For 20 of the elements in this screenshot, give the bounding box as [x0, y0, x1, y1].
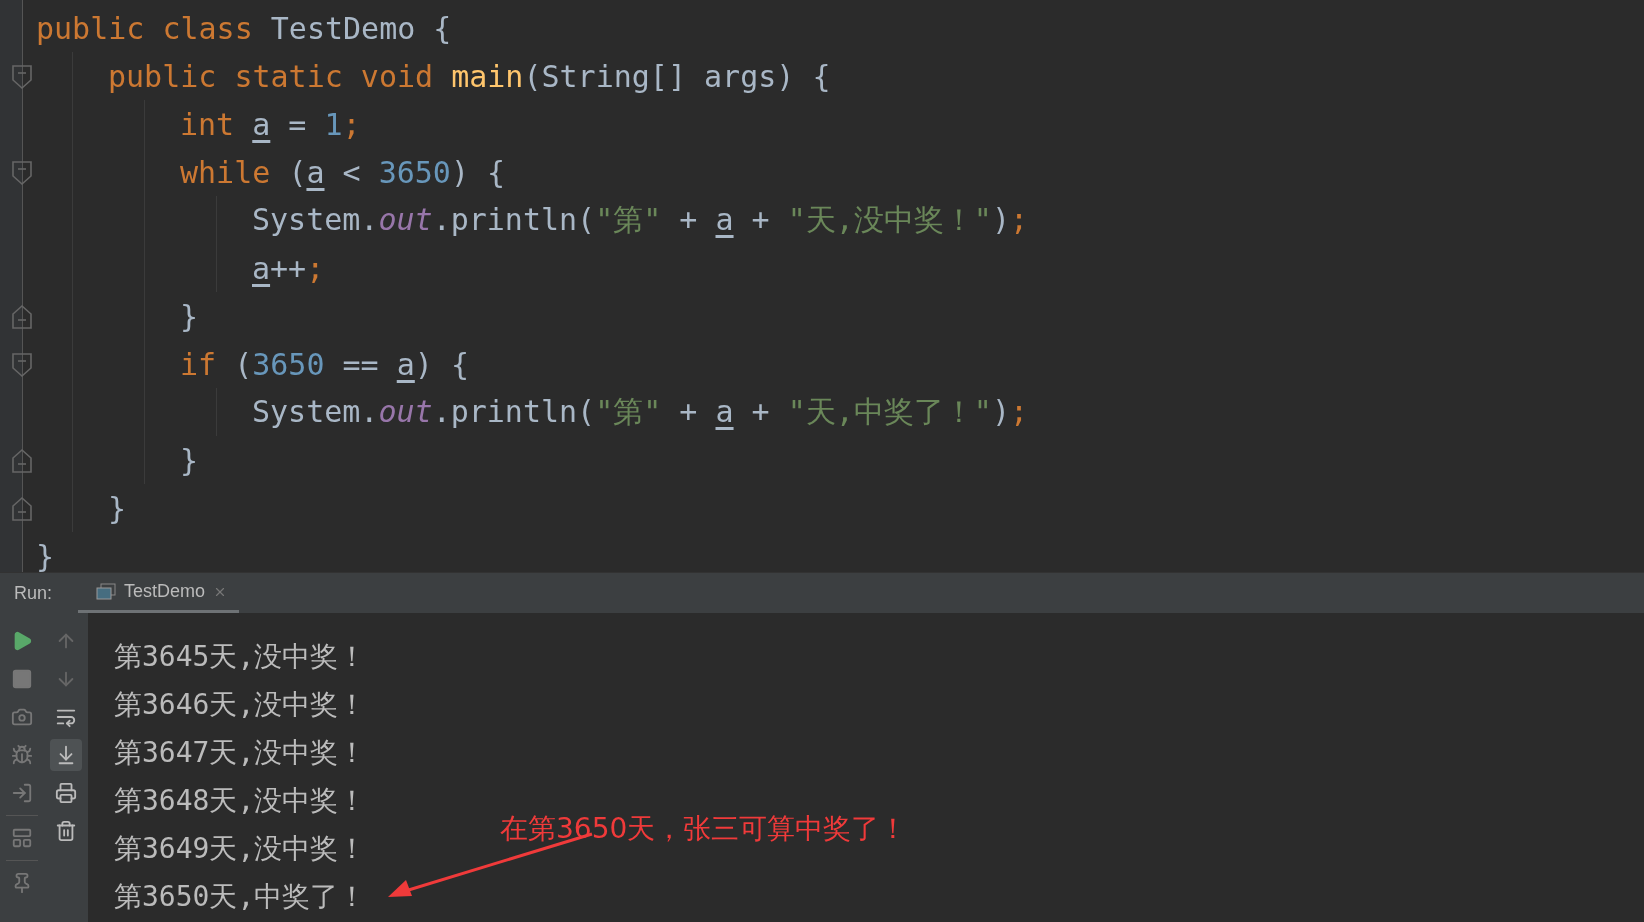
console-line: 第3647天,没中奖！: [114, 735, 367, 771]
code-line: }: [180, 298, 199, 334]
run-label: Run:: [14, 583, 53, 605]
code-line: int a = 1;: [180, 106, 361, 142]
code-line: }: [36, 538, 55, 574]
console-line: 第3645天,没中奖！: [114, 639, 367, 675]
code-line: a++;: [252, 250, 325, 286]
code-line: System.out.println("第" + a + "天,中奖了！");: [252, 392, 1029, 431]
console-line: 第3646天,没中奖！: [114, 687, 367, 723]
code-line: public class TestDemo {: [36, 10, 452, 46]
code-line: if (3650 == a) {: [180, 346, 469, 382]
console-line: 第3649天,没中奖！: [114, 831, 367, 867]
console-line: 第3648天,没中奖！: [114, 783, 367, 819]
code-line: public static void main(String[] args) {: [108, 58, 831, 94]
code-line: }: [180, 442, 199, 478]
annotation-text: 在第3650天，张三可算中奖了！: [500, 811, 908, 847]
code-line: }: [108, 490, 127, 526]
code-line: System.out.println("第" + a + "天,没中奖！");: [252, 200, 1029, 239]
code-line: while (a < 3650) {: [180, 154, 506, 190]
console-line: 第3650天,中奖了！: [114, 879, 367, 915]
